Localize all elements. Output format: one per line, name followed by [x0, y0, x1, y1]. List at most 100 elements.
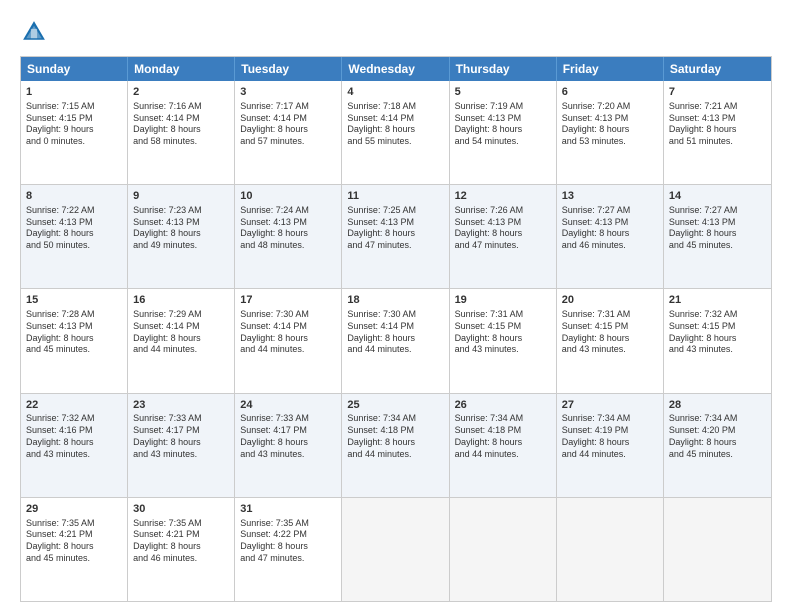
cell-line: Sunset: 4:13 PM — [347, 217, 443, 229]
calendar-row-3: 15Sunrise: 7:28 AMSunset: 4:13 PMDayligh… — [21, 288, 771, 392]
cell-line: Daylight: 8 hours — [347, 124, 443, 136]
calendar-row-5: 29 Sunrise: 7:35 AM Sunset: 4:21 PM Dayligh… — [21, 497, 771, 601]
cal-cell-2-7: 14Sunrise: 7:27 AMSunset: 4:13 PMDayligh… — [664, 185, 771, 288]
day-number: 16 — [133, 293, 229, 308]
cell-line: Sunrise: 7:16 AM — [133, 101, 229, 113]
cell-line: Sunset: 4:16 PM — [26, 425, 122, 437]
cell-line: Sunrise: 7:32 AM — [26, 413, 122, 425]
day-number: 1 — [26, 85, 122, 100]
cell-line: Sunrise: 7:32 AM — [669, 309, 766, 321]
cal-cell-3-6: 20Sunrise: 7:31 AMSunset: 4:15 PMDayligh… — [557, 289, 664, 392]
day-number: 9 — [133, 189, 229, 204]
cell-line: and 0 minutes. — [26, 136, 122, 148]
cell-line: Daylight: 8 hours — [26, 333, 122, 345]
cal-cell-5-1: 29Sunrise: 7:35 AMSunset: 4:21 PMDayligh… — [21, 498, 128, 601]
cell-line: and 47 minutes. — [240, 553, 336, 565]
cell-line: Daylight: 8 hours — [669, 333, 766, 345]
cell-line: Sunrise: 7:17 AM — [240, 101, 336, 113]
day-number: 25 — [347, 398, 443, 413]
cell-line: Sunrise: 7:34 AM — [669, 413, 766, 425]
cell-line: Daylight: 8 hours — [669, 124, 766, 136]
day-number: 5 — [455, 85, 551, 100]
cell-line: Sunrise: 7:24 AM — [240, 205, 336, 217]
cell-line: and 45 minutes. — [669, 449, 766, 461]
cell-line: Sunset: 4:18 PM — [455, 425, 551, 437]
cell-line: Daylight: 8 hours — [669, 228, 766, 240]
cal-cell-1-3: 3Sunrise: 7:17 AMSunset: 4:14 PMDaylight… — [235, 81, 342, 184]
cal-cell-3-3: 17Sunrise: 7:30 AMSunset: 4:14 PMDayligh… — [235, 289, 342, 392]
cal-cell-2-3: 10Sunrise: 7:24 AMSunset: 4:13 PMDayligh… — [235, 185, 342, 288]
calendar-body: 1Sunrise: 7:15 AMSunset: 4:15 PMDaylight… — [21, 81, 771, 601]
day-number: 19 — [455, 293, 551, 308]
cell-line: and 43 minutes. — [26, 449, 122, 461]
cell-line: Sunrise: 7:27 AM — [669, 205, 766, 217]
cell-line: Daylight: 8 hours — [347, 437, 443, 449]
day-number: 23 — [133, 398, 229, 413]
cell-line: Daylight: 8 hours — [240, 228, 336, 240]
cell-line: Sunset: 4:15 PM — [562, 321, 658, 333]
cal-cell-1-5: 5Sunrise: 7:19 AMSunset: 4:13 PMDaylight… — [450, 81, 557, 184]
day-number: 13 — [562, 189, 658, 204]
cell-line: Daylight: 9 hours — [26, 124, 122, 136]
cell-line: Sunset: 4:14 PM — [240, 113, 336, 125]
cell-line: Sunrise: 7:35 AM — [240, 518, 336, 530]
cell-line: Sunrise: 7:31 AM — [562, 309, 658, 321]
cell-line: Sunset: 4:13 PM — [26, 321, 122, 333]
cell-line: and 47 minutes. — [347, 240, 443, 252]
cell-line: Sunrise: 7:25 AM — [347, 205, 443, 217]
day-number: 12 — [455, 189, 551, 204]
cal-cell-1-6: 6Sunrise: 7:20 AMSunset: 4:13 PMDaylight… — [557, 81, 664, 184]
cell-line: and 49 minutes. — [133, 240, 229, 252]
page: SundayMondayTuesdayWednesdayThursdayFrid… — [0, 0, 792, 612]
weekday-header-wednesday: Wednesday — [342, 57, 449, 81]
cell-line: Sunrise: 7:21 AM — [669, 101, 766, 113]
day-number: 24 — [240, 398, 336, 413]
cell-line: Sunset: 4:13 PM — [455, 113, 551, 125]
cal-cell-1-1: 1Sunrise: 7:15 AMSunset: 4:15 PMDaylight… — [21, 81, 128, 184]
cell-line: Daylight: 8 hours — [133, 124, 229, 136]
cell-line: Sunrise: 7:19 AM — [455, 101, 551, 113]
cell-line: Daylight: 8 hours — [562, 437, 658, 449]
cal-cell-1-2: 2Sunrise: 7:16 AMSunset: 4:14 PMDaylight… — [128, 81, 235, 184]
day-number: 11 — [347, 189, 443, 204]
cell-line: and 43 minutes. — [455, 344, 551, 356]
cell-line: Sunset: 4:18 PM — [347, 425, 443, 437]
day-number: 27 — [562, 398, 658, 413]
cell-line: Sunset: 4:13 PM — [240, 217, 336, 229]
cell-line: Sunrise: 7:34 AM — [562, 413, 658, 425]
day-number: 28 — [669, 398, 766, 413]
cell-line: Sunrise: 7:28 AM — [26, 309, 122, 321]
cell-line: and 44 minutes. — [455, 449, 551, 461]
day-number: 3 — [240, 85, 336, 100]
cell-line: and 58 minutes. — [133, 136, 229, 148]
cell-line: Sunset: 4:15 PM — [455, 321, 551, 333]
cal-cell-2-6: 13Sunrise: 7:27 AMSunset: 4:13 PMDayligh… — [557, 185, 664, 288]
day-number: 30 — [133, 502, 229, 517]
weekday-header-tuesday: Tuesday — [235, 57, 342, 81]
cell-line: Daylight: 8 hours — [347, 228, 443, 240]
cal-cell-5-2: 30Sunrise: 7:35 AMSunset: 4:21 PMDayligh… — [128, 498, 235, 601]
cell-line: and 50 minutes. — [26, 240, 122, 252]
cell-line: Sunrise: 7:20 AM — [562, 101, 658, 113]
day-number: 2 — [133, 85, 229, 100]
day-number: 18 — [347, 293, 443, 308]
cell-line: Sunset: 4:13 PM — [133, 217, 229, 229]
cell-line: Daylight: 8 hours — [26, 437, 122, 449]
cell-line: Sunrise: 7:33 AM — [133, 413, 229, 425]
cell-line: and 47 minutes. — [455, 240, 551, 252]
cell-line: Sunrise: 7:33 AM — [240, 413, 336, 425]
cell-line: Daylight: 8 hours — [562, 333, 658, 345]
cell-line: Daylight: 8 hours — [240, 541, 336, 553]
cal-cell-2-2: 9Sunrise: 7:23 AMSunset: 4:13 PMDaylight… — [128, 185, 235, 288]
weekday-header-thursday: Thursday — [450, 57, 557, 81]
cell-line: Sunset: 4:17 PM — [240, 425, 336, 437]
calendar-row-4: 22Sunrise: 7:32 AMSunset: 4:16 PMDayligh… — [21, 393, 771, 497]
cell-line: Daylight: 8 hours — [133, 437, 229, 449]
day-number: 29 — [26, 502, 122, 517]
day-number: 10 — [240, 189, 336, 204]
cell-line: Sunset: 4:21 PM — [133, 529, 229, 541]
cell-line: Sunset: 4:13 PM — [26, 217, 122, 229]
cell-line: Sunrise: 7:18 AM — [347, 101, 443, 113]
cell-line: and 43 minutes. — [240, 449, 336, 461]
cell-line: and 45 minutes. — [26, 344, 122, 356]
